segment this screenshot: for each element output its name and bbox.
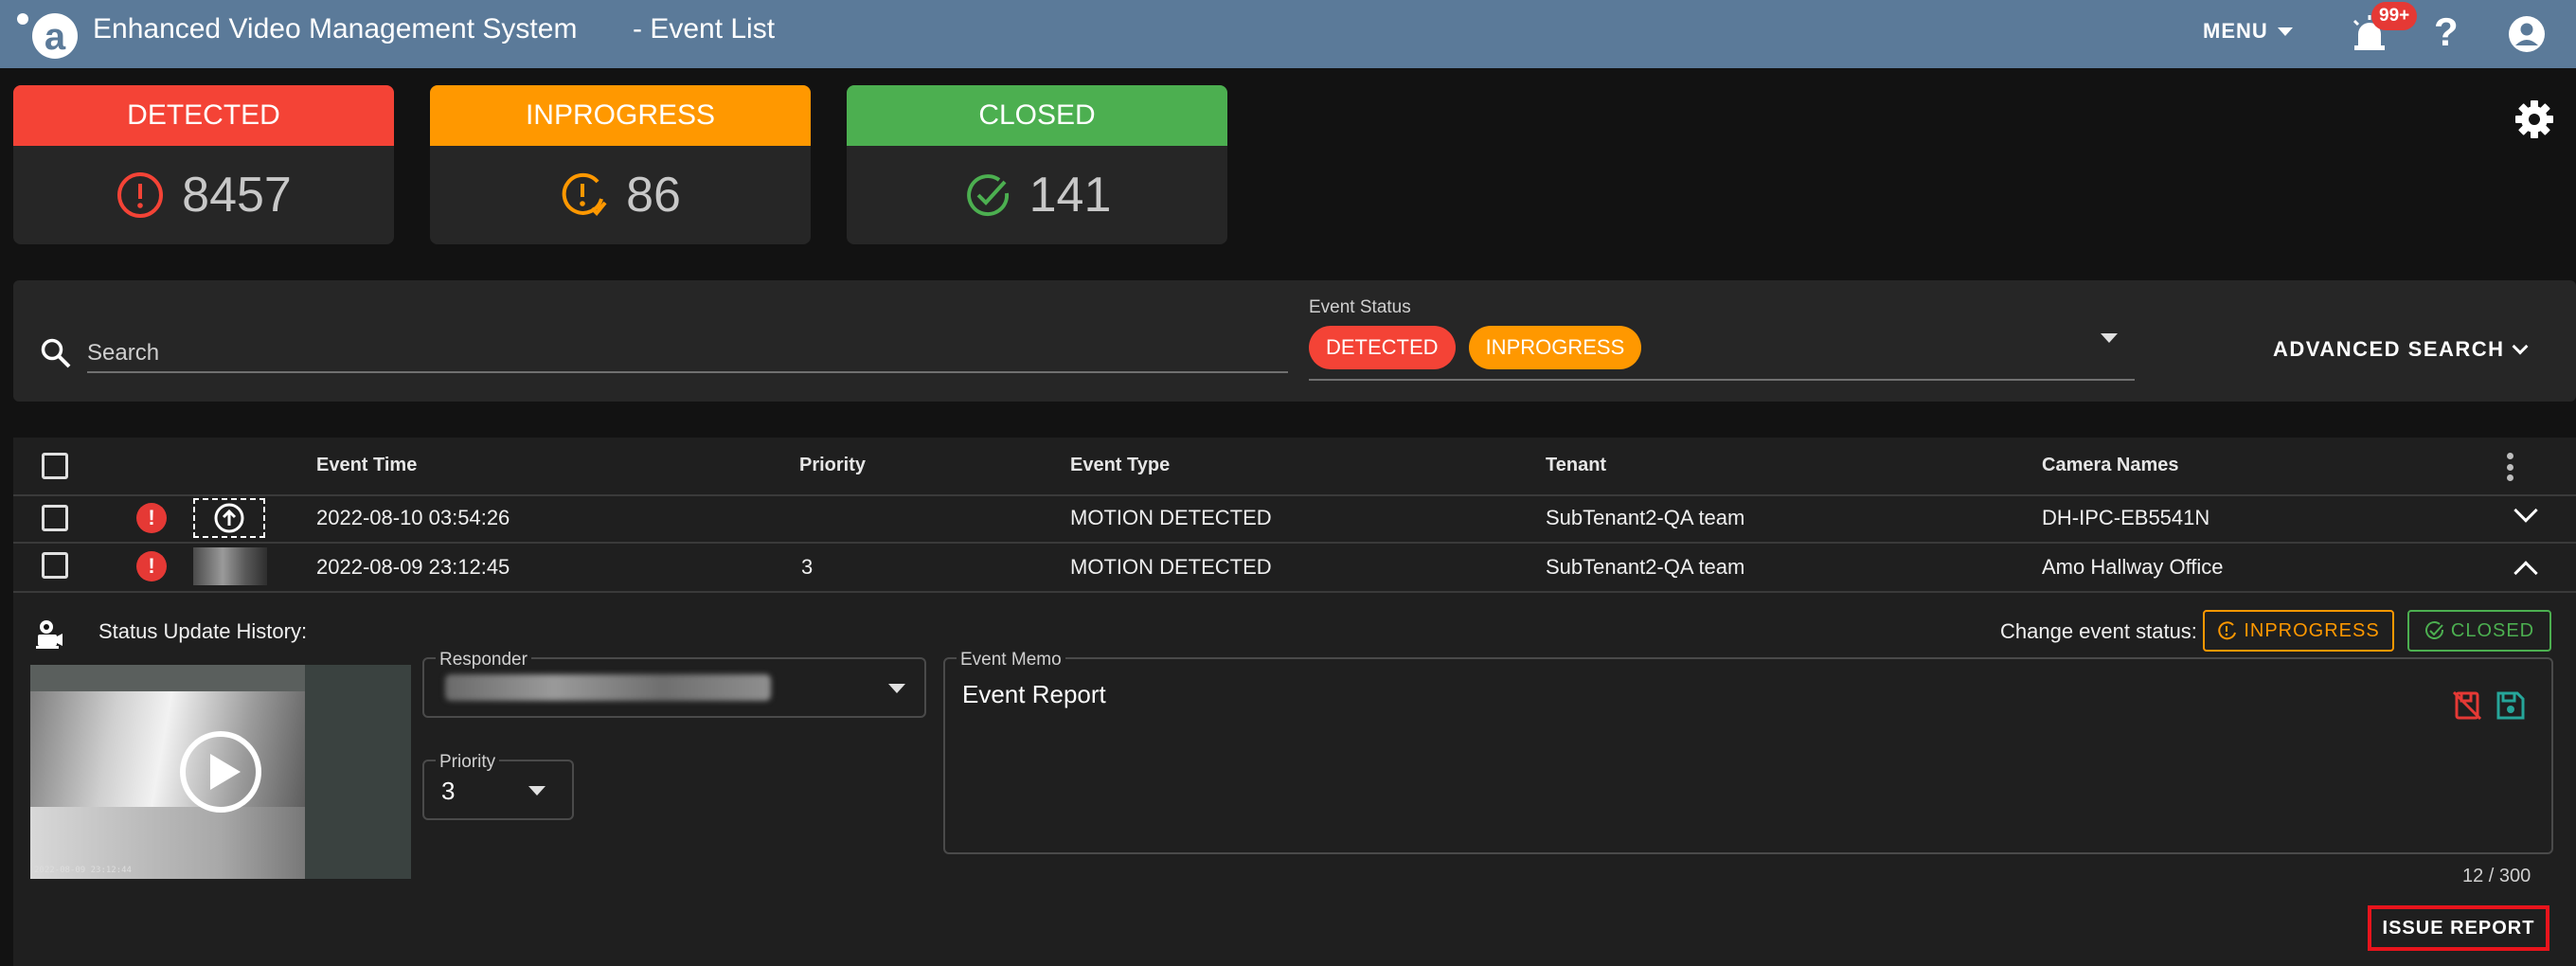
priority: 3 xyxy=(801,555,814,579)
menu-button[interactable]: MENU xyxy=(2203,19,2293,44)
set-inprogress-label: INPROGRESS xyxy=(2244,619,2380,641)
status-dropdown-icon[interactable] xyxy=(2101,333,2118,343)
event-type: MOTION DETECTED xyxy=(1070,506,1272,529)
app-logo-icon[interactable]: a xyxy=(15,6,81,63)
upload-icon[interactable] xyxy=(193,498,265,538)
status-chip-inprogress[interactable]: INPROGRESS xyxy=(1468,326,1642,369)
advanced-search-button[interactable]: ADVANCED SEARCH xyxy=(2273,337,2529,362)
detected-card[interactable]: DETECTED 8457 xyxy=(13,85,394,244)
video-timestamp: 2022-08-09 23:12:44 xyxy=(34,866,132,875)
row-checkbox[interactable] xyxy=(42,505,68,531)
detected-card-label: DETECTED xyxy=(13,85,394,146)
account-icon[interactable] xyxy=(2508,15,2546,53)
memo-char-counter: 12 / 300 xyxy=(2462,866,2531,886)
event-memo-field[interactable] xyxy=(943,657,2553,854)
set-closed-label: CLOSED xyxy=(2450,619,2535,641)
svg-text:a: a xyxy=(45,16,66,58)
event-time: 2022-08-09 23:12:45 xyxy=(316,555,510,579)
menu-label: MENU xyxy=(2203,19,2268,43)
camera-name: Amo Hallway Office xyxy=(2042,555,2224,579)
discard-memo-icon[interactable] xyxy=(2451,689,2483,722)
priority-value: 3 xyxy=(441,777,456,805)
column-options-icon[interactable] xyxy=(2506,453,2513,481)
search-panel: Event Status DETECTED INPROGRESS ADVANCE… xyxy=(13,280,2576,402)
chevron-down-icon xyxy=(2277,27,2293,36)
responder-value-redacted xyxy=(445,674,771,701)
responder-label: Responder xyxy=(436,650,531,671)
help-icon[interactable]: ? xyxy=(2434,9,2459,55)
top-bar: a Enhanced Video Management System - Eve… xyxy=(0,0,2576,68)
check-circle-icon xyxy=(2424,621,2443,639)
page-title: - Event List xyxy=(633,13,776,45)
event-type: MOTION DETECTED xyxy=(1070,555,1272,579)
closed-card-label: CLOSED xyxy=(847,85,1227,146)
col-event-type[interactable]: Event Type xyxy=(1070,455,1170,476)
set-inprogress-button[interactable]: INPROGRESS xyxy=(2203,610,2394,652)
alert-icon: ! xyxy=(136,503,167,533)
detected-count: 8457 xyxy=(182,168,292,223)
search-icon xyxy=(41,338,71,368)
status-select-underline xyxy=(1309,379,2135,381)
clock-alert-icon xyxy=(2218,621,2237,640)
event-status-select[interactable]: DETECTED INPROGRESS xyxy=(1309,326,1642,369)
inprogress-card-label: INPROGRESS xyxy=(430,85,811,146)
col-tenant[interactable]: Tenant xyxy=(1546,455,1606,476)
priority-label: Priority xyxy=(436,752,500,773)
alert-circle-icon xyxy=(117,172,164,218)
upload-arrow-icon xyxy=(214,503,244,533)
chevron-down-icon[interactable] xyxy=(528,786,546,796)
closed-count: 141 xyxy=(1029,168,1112,223)
status-history-label: Status Update History: xyxy=(98,619,308,643)
select-all-checkbox[interactable] xyxy=(42,453,68,479)
notification-badge: 99+ xyxy=(2371,2,2418,30)
tenant: SubTenant2-QA team xyxy=(1546,555,1745,579)
event-video-player[interactable]: 2022-08-09 23:12:44 xyxy=(30,665,411,879)
event-memo-label: Event Memo xyxy=(957,650,1065,671)
gear-icon[interactable] xyxy=(2513,98,2555,140)
row-divider xyxy=(13,591,2576,593)
col-camera-names[interactable]: Camera Names xyxy=(2042,455,2179,476)
col-event-time[interactable]: Event Time xyxy=(316,455,417,476)
alert-icon: ! xyxy=(136,551,167,581)
advanced-search-label: ADVANCED SEARCH xyxy=(2273,337,2505,361)
set-closed-button[interactable]: CLOSED xyxy=(2407,610,2551,652)
col-priority[interactable]: Priority xyxy=(799,455,866,476)
inprogress-card[interactable]: INPROGRESS 86 xyxy=(430,85,811,244)
camera-name: DH-IPC-EB5541N xyxy=(2042,506,2210,529)
app-title: Enhanced Video Management System xyxy=(93,13,578,45)
change-status-label: Change event status: xyxy=(2000,619,2197,643)
event-memo-text[interactable]: Event Report xyxy=(962,680,1106,709)
search-input[interactable] xyxy=(87,335,1288,373)
clock-alert-icon xyxy=(562,172,607,216)
event-thumbnail[interactable] xyxy=(193,547,267,585)
closed-card[interactable]: CLOSED 141 xyxy=(847,85,1227,244)
play-icon[interactable] xyxy=(178,729,263,814)
check-circle-icon xyxy=(966,174,1009,217)
camera-icon xyxy=(36,620,63,649)
issue-report-button[interactable]: ISSUE REPORT xyxy=(2368,905,2549,951)
chevron-down-icon[interactable] xyxy=(888,684,905,693)
status-chip-detected[interactable]: DETECTED xyxy=(1309,326,1456,369)
row-checkbox[interactable] xyxy=(42,552,68,579)
chevron-down-icon xyxy=(2512,338,2529,355)
event-time: 2022-08-10 03:54:26 xyxy=(316,506,510,529)
row-divider xyxy=(13,542,2576,544)
inprogress-count: 86 xyxy=(626,168,681,223)
row-divider xyxy=(13,494,2576,496)
tenant: SubTenant2-QA team xyxy=(1546,506,1745,529)
event-status-label: Event Status xyxy=(1309,297,1411,317)
save-memo-icon[interactable] xyxy=(2495,689,2527,722)
